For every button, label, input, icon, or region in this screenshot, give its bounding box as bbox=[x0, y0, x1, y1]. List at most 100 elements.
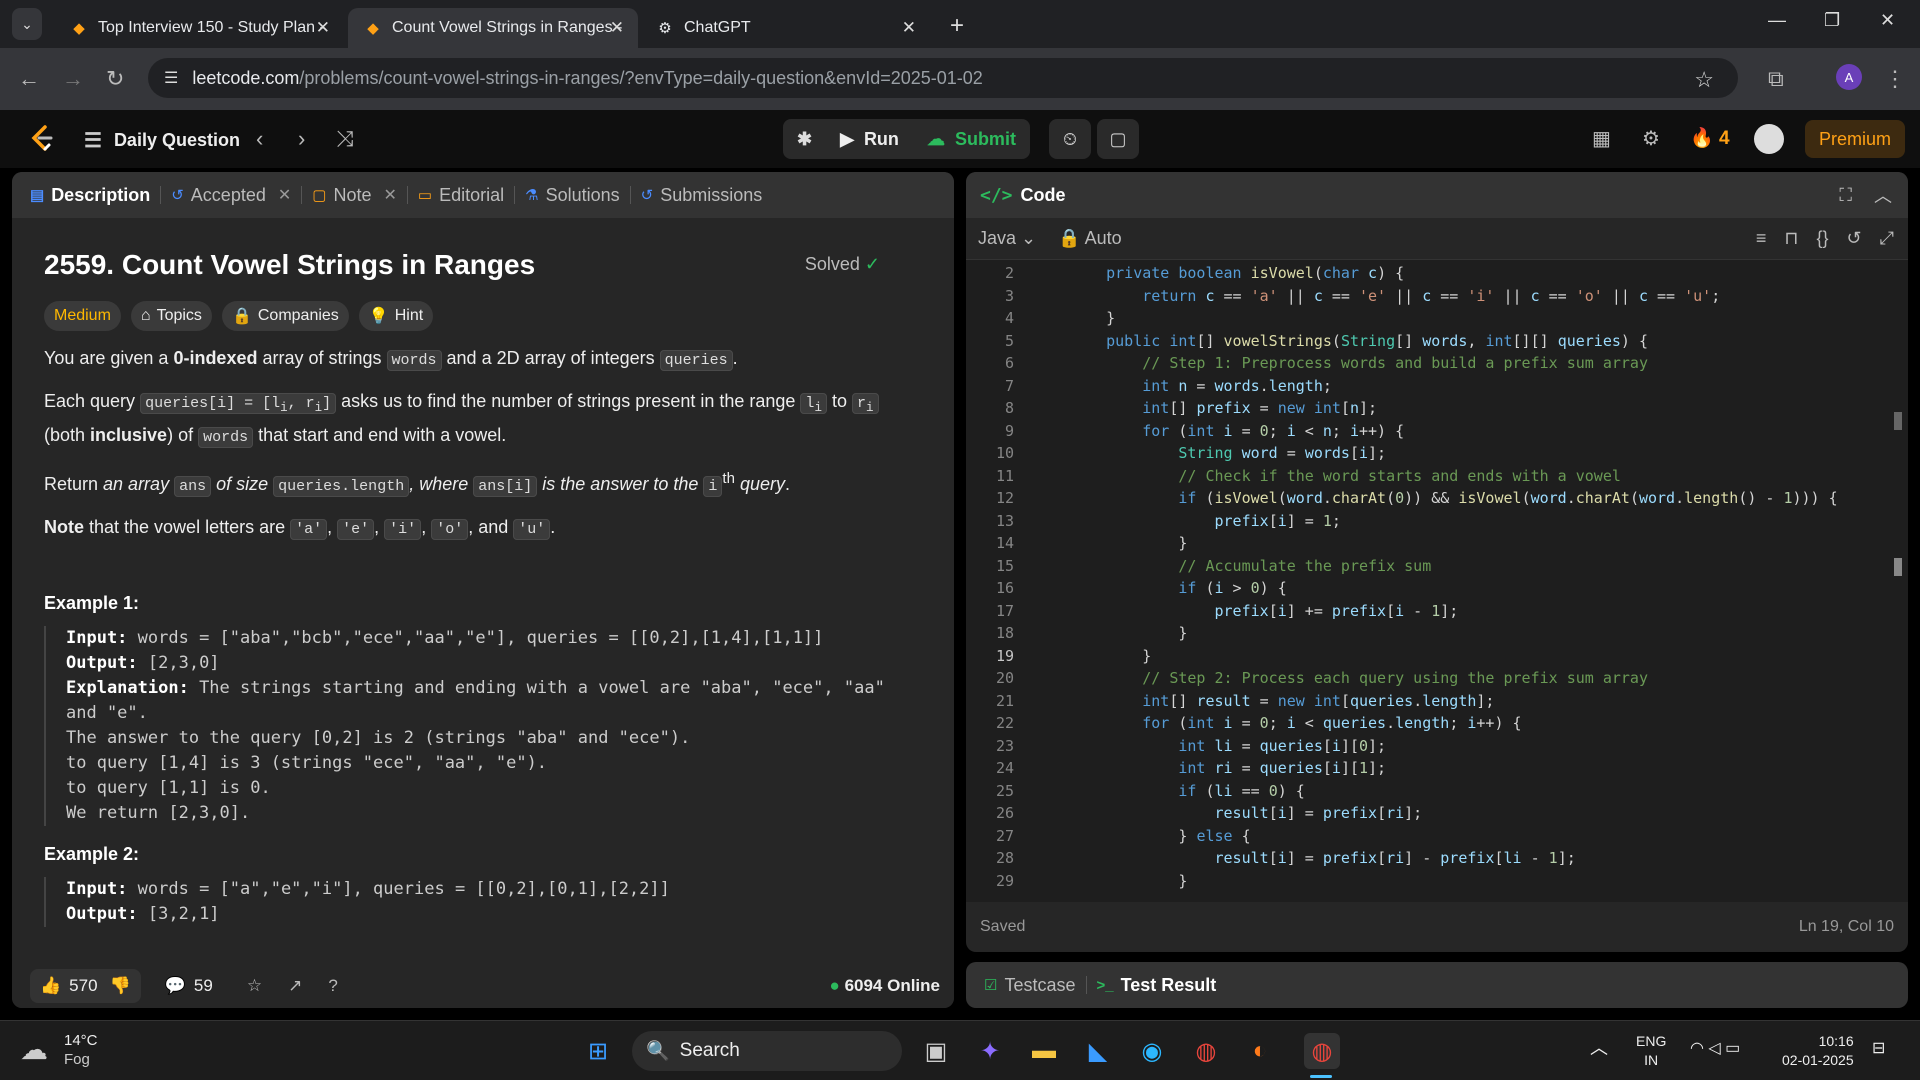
windows-start-icon[interactable]: ⊞ bbox=[580, 1033, 616, 1069]
taskbar-search[interactable]: 🔍 Search bbox=[632, 1031, 902, 1071]
browser-tab[interactable]: ◆ Top Interview 150 - Study Plan - ✕ bbox=[54, 8, 344, 48]
daily-question-nav[interactable]: ☰ Daily Question bbox=[84, 128, 240, 153]
timer-icon[interactable]: ⏲ bbox=[1049, 119, 1091, 159]
thumbs-down-icon[interactable]: 👎 bbox=[110, 976, 131, 996]
submit-button[interactable]: ☁ Submit bbox=[913, 119, 1030, 159]
browser-tab[interactable]: ⚙ ChatGPT ✕ bbox=[640, 8, 930, 48]
online-count: ● 6094 Online bbox=[829, 976, 940, 995]
url-bar[interactable]: ☰ leetcode.com/problems/count-vowel-stri… bbox=[148, 58, 1738, 98]
book-icon: ▭ bbox=[417, 187, 433, 204]
close-tab-icon[interactable]: ✕ bbox=[902, 18, 916, 38]
minimize-icon[interactable]: — bbox=[1768, 10, 1786, 31]
code-line: for (int i = 0; i < queries.length; i++)… bbox=[1142, 714, 1522, 732]
restore-icon[interactable]: ❐ bbox=[1824, 10, 1840, 31]
tab-search-button[interactable]: ⌄ bbox=[12, 8, 42, 40]
close-tab-icon[interactable]: ✕ bbox=[610, 18, 624, 38]
problem-description: 2559. Count Vowel Strings in Ranges Solv… bbox=[30, 218, 930, 960]
profile-avatar[interactable]: A bbox=[1836, 64, 1862, 90]
description-footer: 👍 570 👎 💬 59 ☆ ↗ ? ● 6094 Online bbox=[12, 964, 954, 1008]
new-tab-icon[interactable]: + bbox=[950, 12, 964, 40]
difficulty-badge[interactable]: Medium bbox=[44, 301, 121, 331]
braces-icon[interactable]: {} bbox=[1816, 228, 1828, 249]
settings-gear-icon[interactable]: ⚙ bbox=[1642, 126, 1660, 151]
code-line: } bbox=[1070, 534, 1188, 552]
close-icon[interactable]: ✕ bbox=[383, 185, 396, 205]
help-icon[interactable]: ? bbox=[328, 976, 337, 996]
close-tab-icon[interactable]: ✕ bbox=[316, 18, 330, 38]
user-avatar[interactable] bbox=[1754, 124, 1784, 154]
autocomplete-mode[interactable]: 🔒 Auto bbox=[1058, 228, 1121, 249]
task-view-icon[interactable]: ▣ bbox=[918, 1033, 954, 1069]
edge-icon[interactable]: ◉ bbox=[1134, 1033, 1170, 1069]
share-icon[interactable]: ↗ bbox=[288, 976, 302, 996]
browser-tab-active[interactable]: ◆ Count Vowel Strings in Ranges - ✕ bbox=[348, 8, 638, 48]
shuffle-icon[interactable]: ⤨ bbox=[336, 126, 354, 152]
comment-icon[interactable]: 💬 bbox=[165, 976, 186, 996]
vscode-icon[interactable]: ◣ bbox=[1080, 1033, 1116, 1069]
notes-icon[interactable]: ▢ bbox=[1097, 119, 1139, 159]
example-1-heading: Example 1: bbox=[44, 593, 140, 613]
line-number: 25 bbox=[995, 781, 1014, 800]
layout-icon[interactable]: ▦ bbox=[1592, 126, 1611, 151]
maximize-icon[interactable]: ⛶ bbox=[1839, 185, 1852, 206]
favorite-star-icon[interactable]: ☆ bbox=[247, 976, 262, 996]
weather-widget[interactable]: 14°C Fog bbox=[64, 1031, 98, 1069]
tab-solutions[interactable]: ⚗ Solutions bbox=[525, 185, 620, 206]
file-explorer-icon[interactable]: ▬ bbox=[1026, 1033, 1062, 1069]
tag-chips: Medium ⌂ Topics 🔒 Companies 💡 Hint bbox=[44, 301, 916, 331]
menu-kebab-icon[interactable]: ⋮ bbox=[1884, 66, 1906, 92]
companies-chip[interactable]: 🔒 Companies bbox=[221, 301, 349, 331]
notification-bell-icon[interactable]: ⊟ bbox=[1872, 1039, 1885, 1058]
fullscreen-icon[interactable]: ⤢ bbox=[1880, 228, 1894, 249]
active-app-indicator bbox=[1310, 1075, 1332, 1078]
debug-icon[interactable]: ✱ bbox=[783, 119, 826, 159]
reload-icon[interactable]: ↻ bbox=[106, 66, 124, 92]
editor-scroll-marker[interactable] bbox=[1894, 412, 1902, 430]
premium-button[interactable]: Premium bbox=[1805, 120, 1905, 158]
collapse-icon[interactable]: ︿ bbox=[1874, 182, 1892, 208]
forward-icon[interactable]: → bbox=[62, 66, 84, 92]
format-icon[interactable]: ≡ bbox=[1756, 228, 1767, 249]
leetcode-logo[interactable] bbox=[28, 124, 56, 154]
reset-icon[interactable]: ↺ bbox=[1847, 228, 1862, 249]
hint-chip[interactable]: 💡 Hint bbox=[358, 301, 434, 331]
prev-problem-icon[interactable]: ‹ bbox=[256, 126, 263, 152]
copilot-icon[interactable]: ✦ bbox=[972, 1033, 1008, 1069]
next-problem-icon[interactable]: › bbox=[298, 126, 305, 152]
firefox-icon[interactable]: ◐ bbox=[1242, 1033, 1278, 1069]
tab-description[interactable]: ▤ Description bbox=[30, 185, 150, 206]
tab-accepted[interactable]: ↺ Accepted ✕ bbox=[171, 185, 291, 206]
bookmark-star-icon[interactable]: ☆ bbox=[1694, 67, 1714, 93]
tab-testcase[interactable]: ☑ Testcase bbox=[984, 975, 1076, 996]
chrome-icon[interactable]: ◍ bbox=[1188, 1033, 1224, 1069]
close-window-icon[interactable]: ✕ bbox=[1880, 10, 1895, 31]
language-select[interactable]: Java ⌄ bbox=[978, 228, 1036, 249]
close-icon[interactable]: ✕ bbox=[278, 185, 291, 205]
streak-counter[interactable]: 🔥 4 bbox=[1690, 126, 1730, 150]
site-info-icon[interactable]: ☰ bbox=[164, 68, 178, 88]
code-editor[interactable]: 2 private boolean isVowel(char c) {3 ret… bbox=[966, 260, 1908, 902]
extensions-icon[interactable]: ⧉ bbox=[1768, 66, 1784, 92]
example-2-block: Input: words = ["a","e","i"], queries = … bbox=[44, 877, 916, 927]
editor-scroll-marker[interactable] bbox=[1894, 558, 1902, 576]
description-scrollbar[interactable] bbox=[763, 178, 775, 778]
line-number: 7 bbox=[1004, 376, 1014, 395]
wifi-volume-battery-icons[interactable]: ◠ ◁ ▭ bbox=[1690, 1039, 1740, 1058]
tray-chevron-icon[interactable]: ︿ bbox=[1590, 1039, 1608, 1058]
chrome-active-icon[interactable]: ◍ bbox=[1304, 1033, 1340, 1069]
tab-editorial[interactable]: ▭ Editorial bbox=[418, 185, 504, 206]
code-line: if (i > 0) { bbox=[1178, 579, 1287, 597]
bookmark-icon[interactable]: ⊓ bbox=[1784, 228, 1798, 249]
tab-submissions[interactable]: ↺ Submissions bbox=[641, 185, 763, 206]
clock[interactable]: 10:16 02-01-2025 bbox=[1782, 1032, 1854, 1070]
tab-test-result[interactable]: >_ Test Result bbox=[1097, 975, 1217, 996]
thumbs-up-icon[interactable]: 👍 bbox=[40, 976, 61, 996]
language-indicator[interactable]: ENG IN bbox=[1636, 1032, 1666, 1070]
run-button[interactable]: ▶ Run bbox=[826, 119, 913, 159]
back-icon[interactable]: ← bbox=[18, 66, 40, 92]
topics-chip[interactable]: ⌂ Topics bbox=[130, 301, 212, 331]
statement-paragraph: Each query queries[i] = [li, ri] asks us… bbox=[44, 388, 924, 451]
weather-cloud-icon[interactable]: ☁ bbox=[20, 1033, 48, 1066]
tab-note[interactable]: ▢ Note ✕ bbox=[312, 185, 397, 206]
code-line: if (isVowel(word.charAt(0)) && isVowel(w… bbox=[1178, 489, 1838, 507]
